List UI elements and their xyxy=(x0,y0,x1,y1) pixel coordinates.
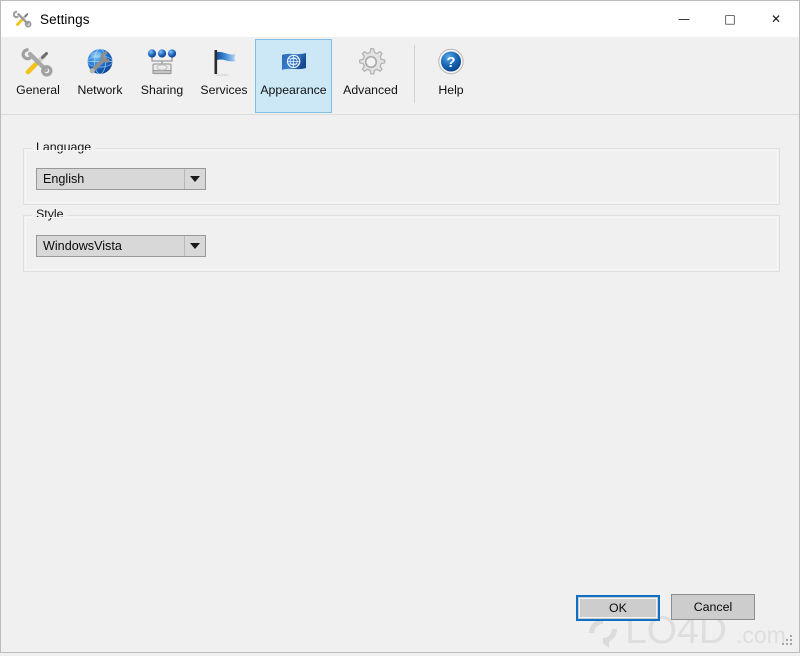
style-select-value: WindowsVista xyxy=(43,239,122,253)
toolbar-item-label: Appearance xyxy=(260,83,327,97)
toolbar-item-label: Help xyxy=(438,83,464,97)
style-group-label: Style xyxy=(32,208,68,220)
toolbar-item-sharing[interactable]: Sharing xyxy=(131,39,193,113)
toolbar-item-label: General xyxy=(16,83,60,97)
tools-icon xyxy=(12,9,33,29)
svg-text:?: ? xyxy=(446,54,455,71)
flag-icon xyxy=(207,45,241,79)
window-controls: — □ ✕ xyxy=(661,1,799,37)
toolbar-item-label: Sharing xyxy=(140,83,184,97)
settings-content: Language English Style WindowsVista LO4D… xyxy=(1,115,799,652)
toolbar-separator xyxy=(414,45,415,103)
settings-window: Settings — □ ✕ General Network Sharing S… xyxy=(0,0,800,653)
share-nodes-icon xyxy=(145,45,179,79)
resize-grip[interactable] xyxy=(782,635,793,646)
style-group: Style WindowsVista xyxy=(23,208,780,272)
close-button[interactable]: ✕ xyxy=(753,1,799,37)
minimize-button[interactable]: — xyxy=(661,1,707,37)
language-group-label: Language xyxy=(32,141,96,153)
settings-toolbar: General Network Sharing Services Appeara… xyxy=(1,37,799,115)
toolbar-item-network[interactable]: Network xyxy=(69,39,131,113)
toolbar-item-label: Network xyxy=(77,83,123,97)
chevron-down-icon[interactable] xyxy=(184,236,205,256)
ok-button-label: OK xyxy=(609,601,627,615)
style-select[interactable]: WindowsVista xyxy=(36,235,206,257)
gear-icon xyxy=(354,45,388,79)
close-icon: ✕ xyxy=(770,12,782,26)
language-select[interactable]: English xyxy=(36,168,206,190)
language-group: Language English xyxy=(23,141,780,205)
globe-wrench-icon xyxy=(83,45,117,79)
chevron-down-icon[interactable] xyxy=(184,169,205,189)
toolbar-item-help[interactable]: ? Help xyxy=(420,39,482,113)
ok-button[interactable]: OK xyxy=(576,595,660,621)
title-bar: Settings — □ ✕ xyxy=(1,1,799,37)
maximize-icon: □ xyxy=(724,12,736,26)
maximize-button[interactable]: □ xyxy=(707,1,753,37)
un-flag-icon xyxy=(277,45,311,79)
tools-icon xyxy=(21,45,55,79)
svg-text:.com: .com xyxy=(736,622,786,648)
toolbar-item-general[interactable]: General xyxy=(7,39,69,113)
cancel-button-label: Cancel xyxy=(693,600,733,614)
window-title: Settings xyxy=(40,11,90,27)
toolbar-item-label: Services xyxy=(200,83,248,97)
toolbar-item-appearance[interactable]: Appearance xyxy=(255,39,332,113)
language-select-value: English xyxy=(43,172,85,186)
question-mark-icon: ? xyxy=(434,45,468,79)
toolbar-item-advanced[interactable]: Advanced xyxy=(332,39,409,113)
toolbar-item-label: Advanced xyxy=(343,83,398,97)
cancel-button[interactable]: Cancel xyxy=(671,594,755,620)
minimize-icon: — xyxy=(678,12,690,26)
toolbar-item-services[interactable]: Services xyxy=(193,39,255,113)
